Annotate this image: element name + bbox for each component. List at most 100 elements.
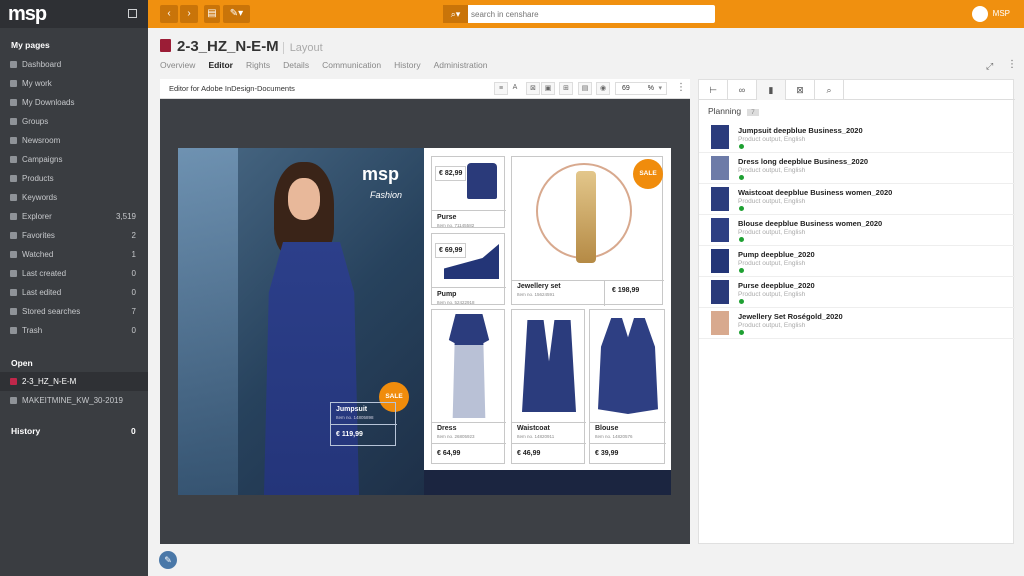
tab-history[interactable]: History	[394, 60, 420, 70]
planning-item-desc: Product output, English	[738, 229, 806, 236]
logo-bar: msp	[0, 0, 148, 28]
msp-logo[interactable]: msp	[8, 3, 47, 26]
search-icon[interactable]: ⌕	[815, 80, 844, 100]
history-heading[interactable]: History	[11, 426, 40, 436]
expand-icon[interactable]: ⤢	[986, 61, 993, 72]
link-icon[interactable]: ∞	[728, 80, 757, 100]
product-box-blouse: Blouse Item no. 14820576 € 39,99	[589, 309, 666, 464]
product-box-jumpsuit: Jumpsuit Item no. 14805898 € 119,99	[330, 402, 397, 446]
pin-button[interactable]: ✎	[159, 551, 177, 569]
panel-tabs: ⊢ ∞ ▮ ⊠ ⌕	[699, 80, 1015, 100]
sidebar-item-explorer[interactable]: Explorer 3,519	[0, 207, 148, 226]
sidebar-item-keywords[interactable]: Keywords	[0, 188, 148, 207]
more-options-icon[interactable]: ⋮	[676, 82, 686, 93]
sidebar-item-trash[interactable]: Trash 0	[0, 321, 148, 340]
planning-item[interactable]: Pump deepblue_2020 Product output, Englis…	[699, 246, 1015, 277]
sidebar-item-label: Groups	[22, 117, 49, 126]
sidebar-item-count: 2	[131, 231, 136, 240]
sidebar-item-newsroom[interactable]: Newsroom	[0, 131, 148, 150]
tools-dropdown-button[interactable]: ✎▾	[223, 5, 250, 23]
sidebar-item-last-edited[interactable]: Last edited 0	[0, 283, 148, 302]
sidebar-item-label: My Downloads	[22, 98, 75, 107]
forward-button[interactable]: ›	[180, 5, 198, 23]
window-toggle-icon[interactable]	[128, 9, 137, 18]
sidebar-item-dashboard[interactable]: Dashboard	[0, 55, 148, 74]
sidebar-item-label: Trash	[22, 326, 43, 335]
structure-icon[interactable]: ⊢	[699, 80, 728, 100]
more-options-icon[interactable]: ⋮	[1007, 59, 1017, 70]
sidebar-item-products[interactable]: Products	[0, 169, 148, 188]
list-view-icon[interactable]: ≡	[494, 82, 508, 95]
product-box-purse: € 82,99 Purse Item no. 71145582	[431, 156, 506, 228]
editor-label: Editor for Adobe InDesign-Documents	[169, 84, 295, 93]
planning-item[interactable]: Purse deepblue_2020 Product output, Engli…	[699, 277, 1015, 308]
wand-icon: ✎▾	[229, 8, 244, 19]
document-icon: ▤	[207, 8, 217, 19]
user-menu[interactable]: MSP	[971, 5, 1010, 23]
dashboard-icon	[10, 61, 17, 68]
tab-communication[interactable]: Communication	[322, 60, 381, 70]
building-background	[178, 148, 238, 495]
sidebar: msp My pages Dashboard My work My Download…	[0, 0, 148, 576]
zoom-select[interactable]: 69 % ▾	[615, 82, 667, 95]
sidebar-item-stored-searches[interactable]: Stored searches 7	[0, 302, 148, 321]
sidebar-item-label: Stored searches	[22, 307, 81, 316]
tab-details[interactable]: Details	[283, 60, 309, 70]
product-thumbnail	[711, 125, 729, 149]
clock-icon	[10, 270, 17, 277]
sidebar-item-campaigns[interactable]: Campaigns	[0, 150, 148, 169]
sidebar-item-last-created[interactable]: Last created 0	[0, 264, 148, 283]
image-icon[interactable]: ▣	[541, 82, 555, 95]
sidebar-item-count: 3,519	[115, 212, 136, 221]
planning-item[interactable]: Blouse deepblue Business women_2020 Produ…	[699, 215, 1015, 246]
back-button[interactable]: ‹	[160, 5, 178, 23]
sidebar-item-label: Products	[22, 174, 54, 183]
planning-item-name: Purse deepblue_2020	[738, 281, 815, 290]
search-input[interactable]	[471, 7, 711, 21]
sidebar-item-watched[interactable]: Watched 1	[0, 245, 148, 264]
product-thumbnail	[711, 156, 729, 180]
planning-item-desc: Product output, English	[738, 322, 806, 329]
product-box-pump: € 69,99 Pump Item no. 52422918	[431, 233, 506, 305]
planning-item-desc: Product output, English	[738, 291, 806, 298]
planning-item[interactable]: Jumpsuit deepblue Business_2020 Product o…	[699, 122, 1015, 153]
status-dot-icon	[739, 206, 744, 211]
sidebar-item-my-downloads[interactable]: My Downloads	[0, 93, 148, 112]
grid-icon[interactable]: ⊞	[559, 82, 573, 95]
watch-image	[576, 171, 596, 263]
planning-item[interactable]: Jewellery Set Roségold_2020 Product outpu…	[699, 308, 1015, 339]
sidebar-item-groups[interactable]: Groups	[0, 112, 148, 131]
open-item-makeitmine[interactable]: MAKEITMINE_KW_30-2019	[0, 391, 148, 410]
search-scope-button[interactable]: ⌕▾	[443, 5, 468, 23]
planning-item-desc: Product output, English	[738, 167, 806, 174]
frame-icon[interactable]: ⊠	[526, 82, 540, 95]
planning-item[interactable]: Dress long deepblue Business_2020 Product…	[699, 153, 1015, 184]
chevron-down-icon: ▾	[658, 85, 662, 92]
planning-heading[interactable]: Planning 7	[708, 106, 759, 116]
topbar: ‹ › ▤ ✎▾ ⌕▾ MSP	[148, 0, 1024, 28]
tab-rights[interactable]: Rights	[246, 60, 270, 70]
sidebar-item-favorites[interactable]: Favorites 2	[0, 226, 148, 245]
purse-image	[467, 163, 497, 199]
sidebar-item-label: Campaigns	[22, 155, 63, 164]
new-document-button[interactable]: ▤	[204, 5, 220, 23]
sidebar-item-my-work[interactable]: My work	[0, 74, 148, 93]
preview-eye-icon[interactable]: ◉	[596, 82, 610, 95]
sidebar-item-label: Last created	[22, 269, 67, 278]
sale-badge: SALE	[633, 159, 663, 189]
layout-page-preview[interactable]: msp Fashion SALE Jumpsuit Item no. 14805…	[178, 148, 671, 495]
tab-administration[interactable]: Administration	[434, 60, 488, 70]
page-icon[interactable]: ▤	[578, 82, 592, 95]
open-item-layout[interactable]: 2-3_HZ_N-E-M	[0, 372, 148, 391]
planning-item[interactable]: Waistcoat deepblue Business women_2020 Pr…	[699, 184, 1015, 215]
text-icon[interactable]: A	[508, 82, 522, 95]
planning-item-name: Waistcoat deepblue Business women_2020	[738, 188, 893, 197]
status-dot-icon	[739, 175, 744, 180]
frame-icon[interactable]: ⊠	[786, 80, 815, 100]
clipboard-icon[interactable]: ▮	[757, 80, 786, 100]
tab-editor[interactable]: Editor	[208, 60, 233, 70]
tab-bar: Overview Editor Rights Details Communication…	[160, 60, 500, 70]
tab-overview[interactable]: Overview	[160, 60, 195, 70]
sidebar-item-label: Newsroom	[22, 136, 61, 145]
sidebar-item-count: 0	[131, 269, 136, 278]
